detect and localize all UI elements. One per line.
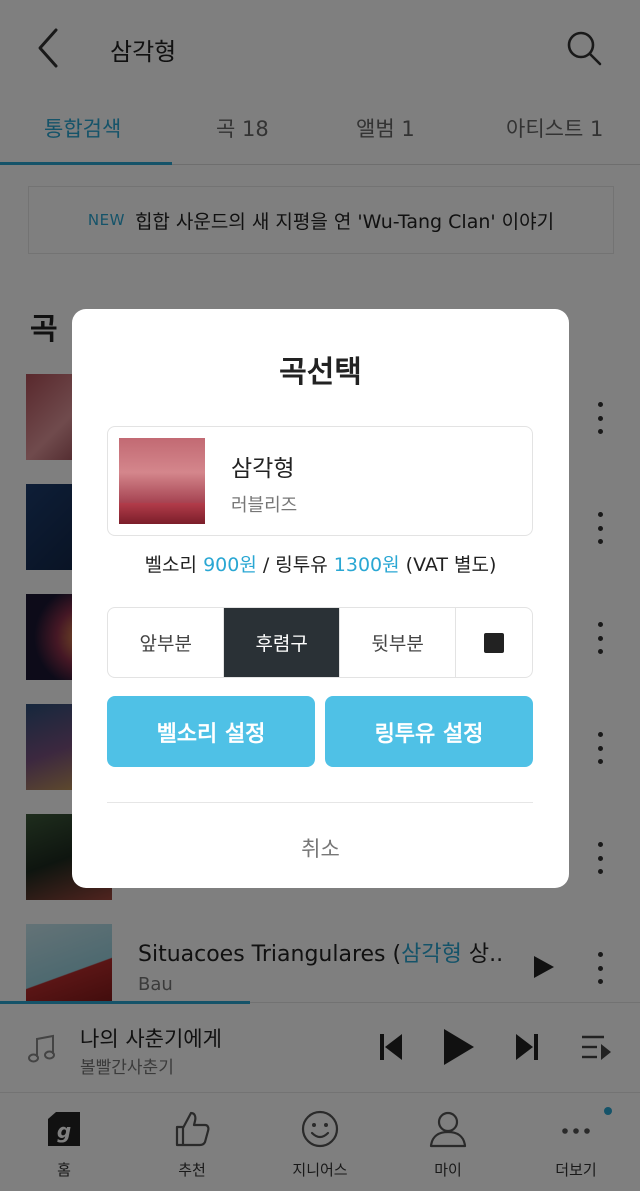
set-bell-button[interactable]: 벨소리 설정 [107,696,315,767]
album-art [119,438,205,524]
section-selector: 앞부분 후렴구 뒷부분 [107,607,533,678]
dialog-title: 곡선택 [279,355,362,390]
song-select-dialog: 곡선택 삼각형 러블리즈 벨소리 900원 / 링투유 1300원 (VAT 별… [72,309,569,888]
price-info: 벨소리 900원 / 링투유 1300원 (VAT 별도) [144,554,497,576]
segment-chorus[interactable]: 후렴구 [224,608,340,677]
segment-outro[interactable]: 뒷부분 [340,608,457,677]
stop-button[interactable] [456,608,532,677]
cancel-button[interactable]: 취소 [72,833,569,863]
set-ringtoyou-button[interactable]: 링투유 설정 [325,696,533,767]
stop-icon [484,632,505,653]
ring-price: 1300원 [333,554,400,576]
song-artist: 러블리즈 [231,495,298,516]
song-title: 삼각형 [231,456,295,482]
divider [107,802,533,803]
bell-price: 900원 [203,554,257,576]
selected-song-card: 삼각형 러블리즈 [107,426,533,536]
segment-intro[interactable]: 앞부분 [108,608,225,677]
